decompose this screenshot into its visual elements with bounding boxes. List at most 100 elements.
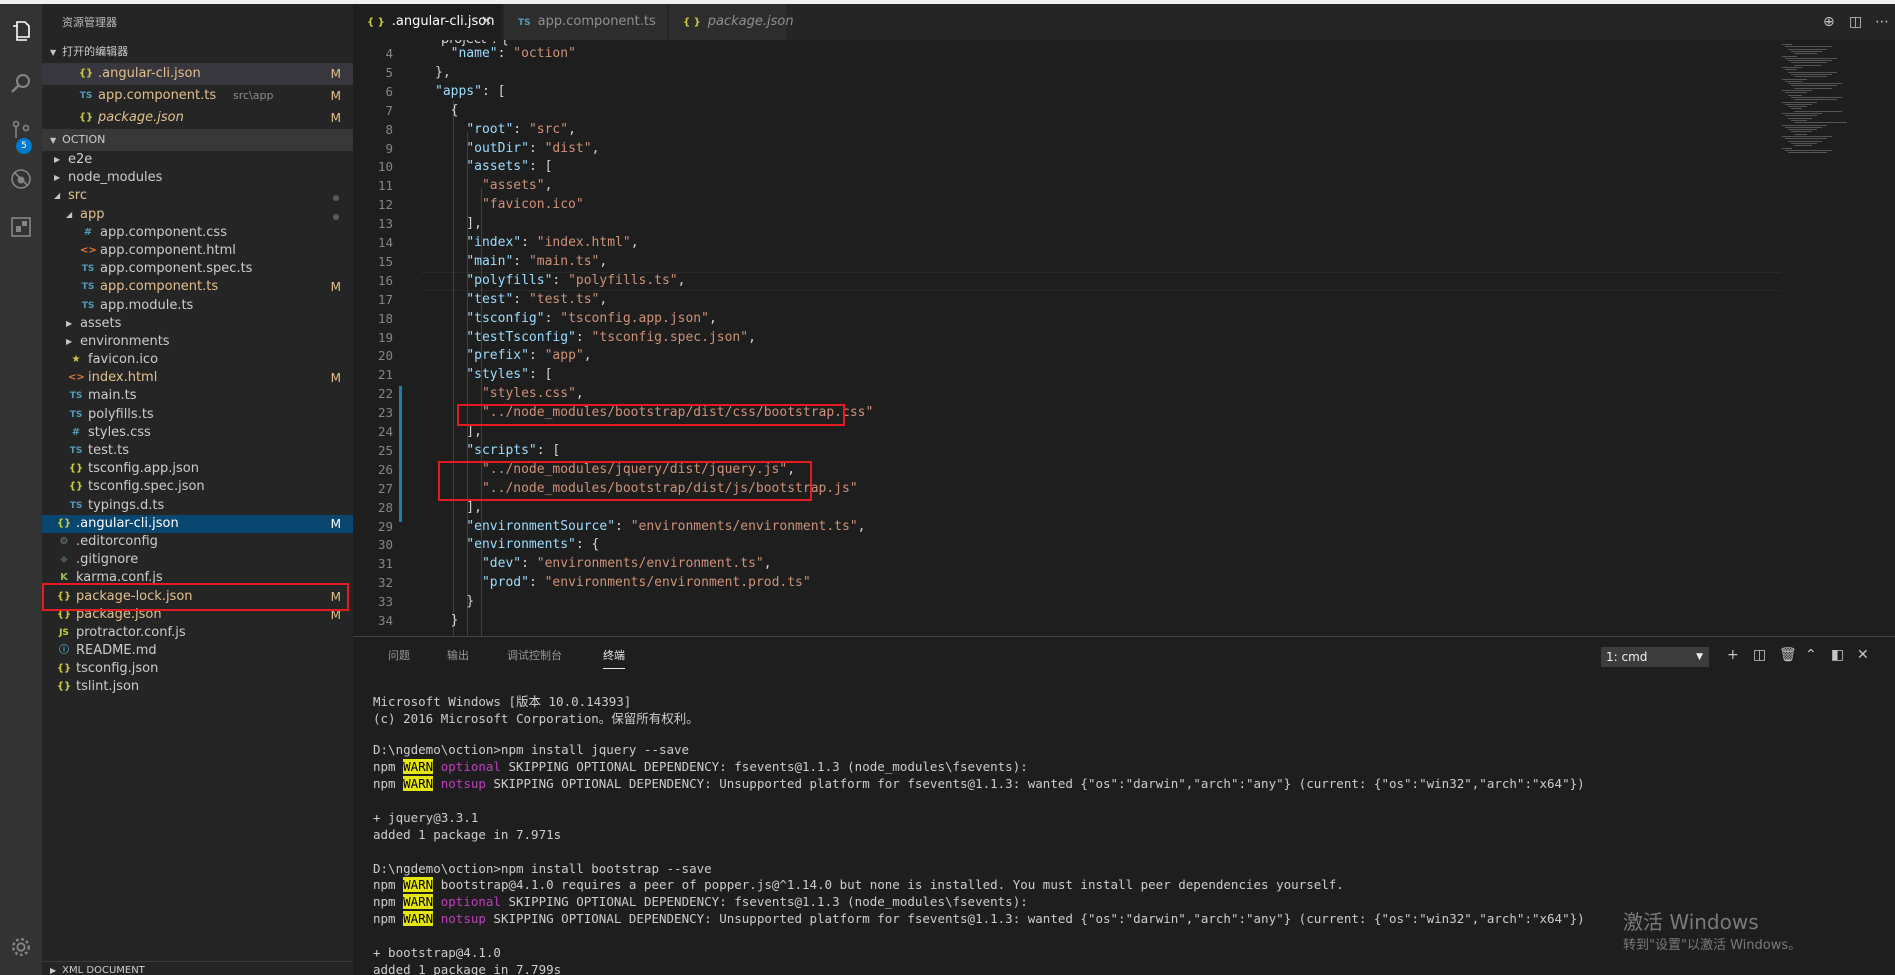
minimap-line: [1788, 140, 1822, 142]
tree-folder[interactable]: ◢ app: [42, 206, 353, 224]
tree-file[interactable]: TS test.ts: [42, 442, 353, 460]
tree-file[interactable]: {} tsconfig.json: [42, 660, 353, 678]
chevron-right-icon: ▶: [54, 155, 61, 164]
project-header[interactable]: ▼ OCTION: [42, 129, 353, 151]
tree-file[interactable]: ⓘ README.md: [42, 642, 353, 660]
css-file-icon: #: [71, 426, 81, 438]
terminal-line: npm WARN notsup SKIPPING OPTIONAL DEPEND…: [373, 911, 1585, 927]
tree-item-label: src: [68, 188, 87, 204]
minimap[interactable]: [1777, 40, 1895, 160]
tab-angular-cli-json[interactable]: { } .angular-cli.json ✕: [353, 4, 503, 40]
split-editor-icon[interactable]: ◫: [1849, 14, 1862, 30]
line-number: 10: [377, 159, 393, 175]
tree-item-label: main.ts: [88, 388, 137, 404]
line-number: 16: [377, 272, 393, 288]
json-file-icon: {}: [56, 517, 72, 529]
settings-gear-icon[interactable]: [0, 926, 42, 968]
tree-file[interactable]: TS main.ts: [42, 387, 353, 405]
tree-file[interactable]: TS polyfills.ts: [42, 406, 353, 424]
toggle-panel-icon[interactable]: ◧: [1831, 647, 1844, 663]
minimap-line: [1785, 57, 1837, 59]
tree-folder[interactable]: ▶ e2e: [42, 151, 353, 169]
chevron-up-icon[interactable]: ⌃: [1805, 647, 1817, 663]
tab-debug-console[interactable]: 调试控制台: [507, 647, 562, 663]
minimap-line: [1794, 99, 1837, 101]
tree-file[interactable]: TS typings.d.ts: [42, 497, 353, 515]
minimap-line: [1782, 136, 1832, 137]
tree-file[interactable]: ◆ .gitignore: [42, 551, 353, 569]
line-number: 27: [377, 480, 393, 496]
tree-item-label: node_modules: [68, 170, 163, 186]
split-terminal-icon[interactable]: ◫: [1753, 647, 1766, 663]
line-number: 32: [377, 575, 393, 591]
tree-folder[interactable]: ◢ src: [42, 187, 353, 205]
code-line: "prod": "environments/environment.prod.t…: [481, 575, 811, 591]
close-icon[interactable]: ✕: [481, 4, 492, 40]
open-editor-item[interactable]: {} package.json M: [42, 107, 353, 129]
tree-file[interactable]: {} tsconfig.app.json: [42, 460, 353, 478]
more-actions-icon[interactable]: ⋯: [1875, 14, 1889, 30]
debug-icon[interactable]: [0, 158, 42, 200]
tab-problems[interactable]: 问题: [388, 647, 410, 663]
terminal-line: npm WARN bootstrap@4.1.0 requires a peer…: [373, 877, 1344, 893]
tree-file[interactable]: JS protractor.conf.js: [42, 624, 353, 642]
tab-app-component-ts[interactable]: TS app.component.ts: [504, 4, 668, 40]
minimap-line: [1788, 60, 1832, 62]
code-line: "root": "src",: [466, 121, 576, 137]
json-file-icon: {}: [78, 112, 94, 123]
tree-file[interactable]: <> app.component.html: [42, 242, 353, 260]
terminal-select[interactable]: 1: cmd ▼: [1601, 647, 1709, 667]
tree-file[interactable]: ★ favicon.ico: [42, 351, 353, 369]
open-editor-item[interactable]: {} .angular-cli.json M: [42, 63, 353, 85]
open-editor-item[interactable]: TS app.component.ts src\app M: [42, 85, 353, 107]
terminal-select-value: 1: cmd: [1606, 650, 1648, 664]
tree-file[interactable]: TS app.module.ts: [42, 297, 353, 315]
tree-file[interactable]: TS app.component.spec.ts: [42, 260, 353, 278]
code-line: "outDir": "dist",: [466, 140, 600, 156]
tree-file[interactable]: ⚙ .editorconfig: [42, 533, 353, 551]
tree-file[interactable]: # styles.css: [42, 424, 353, 442]
code-line: "scripts": [: [466, 442, 561, 458]
tree-file[interactable]: {} tsconfig.spec.json: [42, 478, 353, 496]
tree-item-label: styles.css: [88, 424, 151, 440]
new-terminal-icon[interactable]: +: [1727, 647, 1739, 663]
code-editor[interactable]: "project": { 4 "name": "oction"5},6"apps…: [353, 40, 1895, 636]
tab-package-json[interactable]: { } package.json: [669, 4, 794, 40]
open-editors-header[interactable]: ▼ 打开的编辑器: [42, 41, 353, 63]
close-icon[interactable]: ✕: [1857, 647, 1869, 663]
tree-item-label: tsconfig.app.json: [88, 461, 199, 477]
terminal-text: npm: [373, 758, 404, 774]
terminal-text: npm: [373, 877, 404, 893]
open-editor-label: app.component.ts: [98, 88, 217, 103]
tab-label: app.component.ts: [537, 14, 656, 29]
search-icon[interactable]: [0, 62, 42, 104]
tree-file[interactable]: {} tslint.json: [42, 678, 353, 696]
css-file-icon: #: [83, 226, 93, 238]
trash-icon[interactable]: 🗑: [1779, 647, 1797, 663]
outline-header[interactable]: ▶ XML DOCUMENT: [42, 961, 353, 975]
terminal-text: added 1 package in 7.971s: [373, 826, 562, 842]
tree-item-label: test.ts: [88, 443, 129, 458]
tree-folder[interactable]: ▶ assets: [42, 315, 353, 333]
explorer-icon[interactable]: [0, 10, 42, 52]
tab-label: .angular-cli.json: [391, 14, 495, 29]
tree-folder[interactable]: ▶ environments: [42, 333, 353, 351]
tab-output[interactable]: 输出: [447, 647, 469, 663]
tree-file[interactable]: {} .angular-cli.json M: [42, 514, 353, 533]
minimap-line: [1785, 92, 1807, 94]
tree-file[interactable]: # app.component.css: [42, 224, 353, 242]
tab-label: package.json: [707, 14, 794, 29]
tree-file[interactable]: <> index.html M: [42, 369, 353, 387]
tab-terminal[interactable]: 终端: [603, 647, 625, 669]
tree-item-label: README.md: [76, 643, 157, 659]
open-changes-icon[interactable]: ⊕: [1823, 14, 1835, 30]
activation-watermark-title: 激活 Windows: [1623, 910, 1759, 934]
tree-folder[interactable]: ▶ node_modules: [42, 169, 353, 187]
code-line: "environmentSource": "environments/envir…: [466, 518, 866, 534]
minimap-line: [1785, 103, 1812, 105]
minimap-line: [1794, 53, 1817, 55]
extensions-icon[interactable]: [0, 206, 42, 248]
tree-file[interactable]: TS app.component.ts M: [42, 278, 353, 296]
terminal-text: SKIPPING OPTIONAL DEPENDENCY: fsevents@1…: [500, 758, 1028, 774]
